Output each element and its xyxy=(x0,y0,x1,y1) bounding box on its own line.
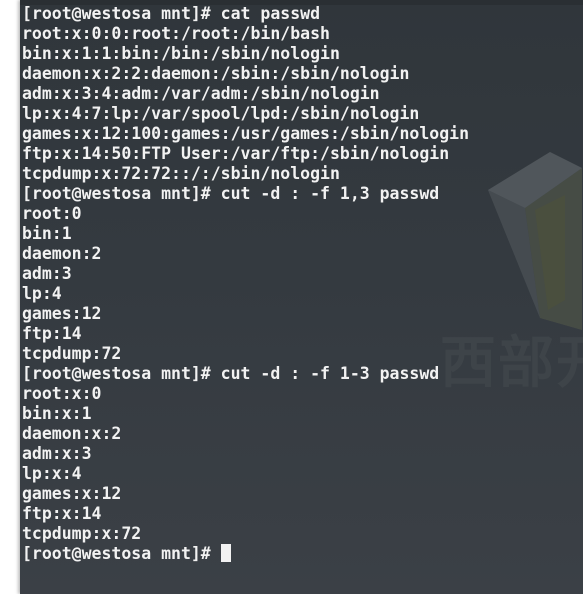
terminal-line: tcpdump:x:72 xyxy=(22,524,142,543)
terminal-line: lp:x:4:7:lp:/var/spool/lpd:/sbin/nologin xyxy=(22,104,420,123)
terminal-line: bin:x:1 xyxy=(22,404,92,423)
terminal-line: tcpdump:x:72:72::/:/sbin/nologin xyxy=(22,164,340,183)
terminal-line: [root@westosa mnt]# cut -d : -f 1,3 pass… xyxy=(22,184,440,203)
terminal-line: daemon:x:2 xyxy=(22,424,122,443)
terminal-line: games:12 xyxy=(22,304,102,323)
terminal-line: root:x:0:0:root:/root:/bin/bash xyxy=(22,24,330,43)
terminal-window[interactable]: 西部开 [root@westosa mnt]# cat passwd root:… xyxy=(20,0,583,594)
screen: 西部开 [root@westosa mnt]# cat passwd root:… xyxy=(0,0,583,594)
terminal-line: ftp:x:14 xyxy=(22,504,102,523)
terminal-line: daemon:x:2:2:daemon:/sbin:/sbin/nologin xyxy=(22,64,410,83)
terminal-line: bin:x:1:1:bin:/bin:/sbin/nologin xyxy=(22,44,340,63)
terminal-line: adm:x:3 xyxy=(22,444,92,463)
terminal-line: ftp:14 xyxy=(22,324,82,343)
terminal-line: games:x:12:100:games:/usr/games:/sbin/no… xyxy=(22,124,470,143)
terminal-line: ftp:x:14:50:FTP User:/var/ftp:/sbin/nolo… xyxy=(22,144,450,163)
terminal-line: lp:4 xyxy=(22,284,62,303)
terminal-line: root:x:0 xyxy=(22,384,102,403)
prompt-line[interactable]: [root@westosa mnt]# xyxy=(22,544,469,564)
terminal-line: lp:x:4 xyxy=(22,464,82,483)
terminal-line: tcpdump:72 xyxy=(22,344,122,363)
terminal-output: [root@westosa mnt]# cat passwd root:x:0:… xyxy=(22,4,469,564)
text-cursor xyxy=(220,544,231,562)
shell-prompt: [root@westosa mnt]# xyxy=(22,544,221,563)
terminal-line: daemon:2 xyxy=(22,244,102,263)
terminal-line: root:0 xyxy=(22,204,82,223)
terminal-line: games:x:12 xyxy=(22,484,122,503)
terminal-line: [root@westosa mnt]# cut -d : -f 1-3 pass… xyxy=(22,364,440,383)
terminal-line: adm:3 xyxy=(22,264,72,283)
terminal-line: adm:x:3:4:adm:/var/adm:/sbin/nologin xyxy=(22,84,380,103)
terminal-line: [root@westosa mnt]# cat passwd xyxy=(22,4,321,23)
terminal-line: bin:1 xyxy=(22,224,72,243)
